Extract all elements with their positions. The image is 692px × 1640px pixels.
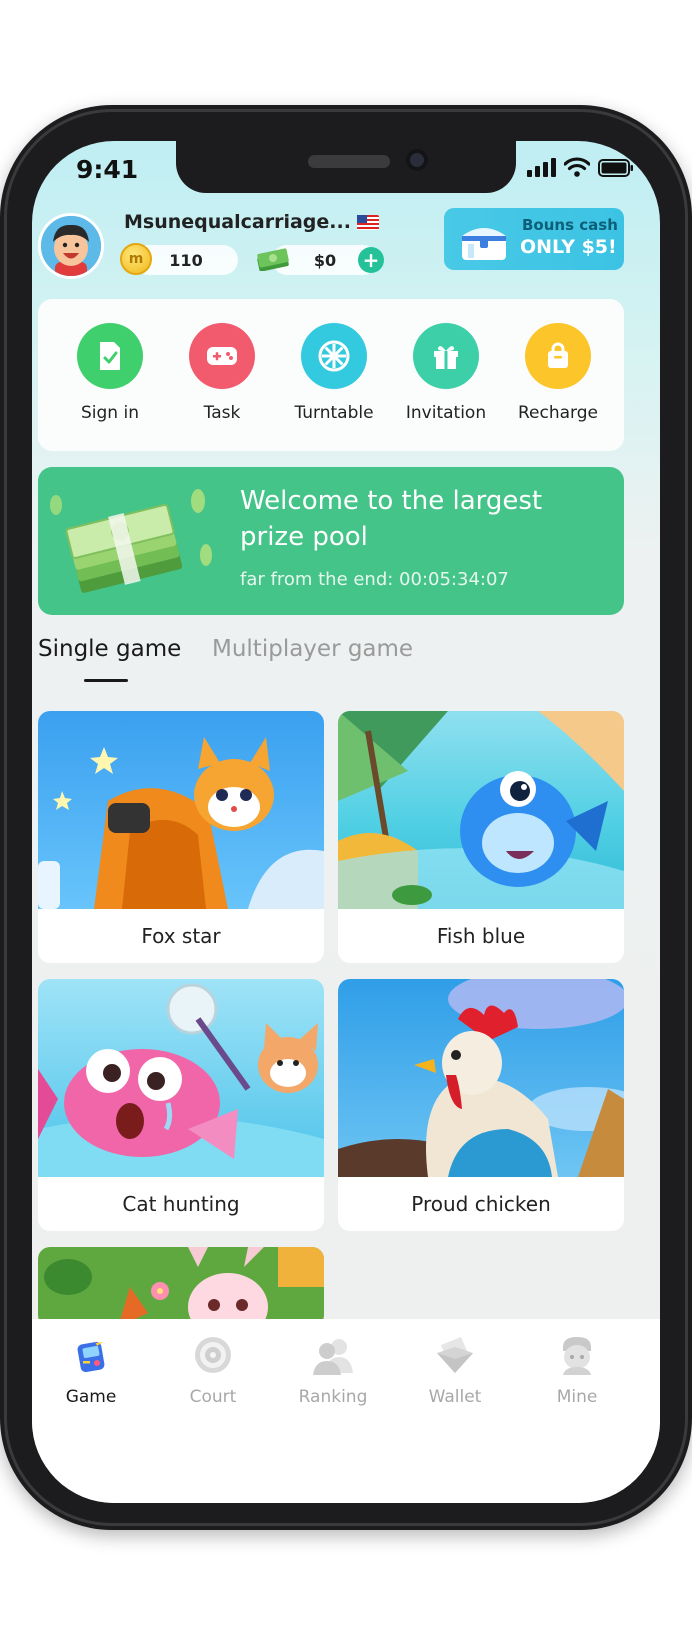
target-icon xyxy=(195,1337,231,1373)
cash-balance-value: $0 xyxy=(313,250,337,270)
battery-icon xyxy=(598,159,633,177)
quick-actions-card: Sign in Task Turntable Invitation Rechar… xyxy=(38,299,624,451)
recharge-label: Recharge xyxy=(518,403,598,423)
game-title: Fish blue xyxy=(436,924,526,948)
bunny-game-artwork xyxy=(38,1247,324,1327)
username-text: Msunequalcarriage... xyxy=(124,211,351,233)
invitation-label: Invitation xyxy=(405,403,487,423)
coin-balance-value: 110 xyxy=(169,250,203,270)
bag-icon xyxy=(525,323,591,389)
bonus-price: ONLY $5! xyxy=(520,236,617,258)
coin-glyph: m xyxy=(128,251,144,267)
wheel-icon xyxy=(301,323,367,389)
sign-in-action[interactable]: Sign in xyxy=(54,323,166,423)
game-title: Fox star xyxy=(141,924,221,948)
turntable-label: Turntable xyxy=(294,403,374,423)
us-flag-icon xyxy=(356,215,379,230)
game-card-fish-blue[interactable]: Fish blue xyxy=(338,711,624,963)
speaker xyxy=(308,155,390,168)
money-stack-illustration xyxy=(50,489,212,593)
game-icon xyxy=(77,1337,105,1373)
invitation-action[interactable]: Invitation xyxy=(390,323,502,423)
banner-title: Welcome to the largest prize pool xyxy=(240,486,543,552)
nav-wallet[interactable]: Wallet xyxy=(400,1333,510,1407)
app-screen: 9:41 Msunequalcarriage... 110 m $0 + Bou… xyxy=(32,141,660,1503)
task-action[interactable]: Task xyxy=(166,323,278,423)
phone-frame: 9:41 Msunequalcarriage... 110 m $0 + Bou… xyxy=(0,105,692,1530)
front-camera xyxy=(406,149,428,171)
recharge-action[interactable]: Recharge xyxy=(502,323,614,423)
gift-icon xyxy=(413,323,479,389)
nav-wallet-label: Wallet xyxy=(428,1387,482,1407)
cash-stack-icon xyxy=(257,248,289,271)
nav-game[interactable]: Game xyxy=(36,1333,146,1407)
status-icons xyxy=(527,157,634,177)
nav-mine-label: Mine xyxy=(556,1387,598,1407)
wifi-icon xyxy=(564,157,590,177)
profile-icon xyxy=(563,1337,591,1375)
wallet-icon xyxy=(437,1337,473,1373)
bottom-tab-bar: Game Court Ranking Wallet Mine xyxy=(32,1319,660,1503)
coin-icon: m xyxy=(120,243,152,275)
nav-mine[interactable]: Mine xyxy=(522,1333,632,1407)
tab-multiplayer-game[interactable]: Multiplayer game xyxy=(212,636,413,662)
nav-court[interactable]: Court xyxy=(158,1333,268,1407)
fox-star-artwork xyxy=(38,711,324,909)
banner-countdown: far from the end: 00:05:34:07 xyxy=(240,569,509,590)
gamepad-icon xyxy=(189,323,255,389)
nav-court-label: Court xyxy=(189,1387,237,1407)
treasure-chest-icon xyxy=(462,228,506,260)
username: Msunequalcarriage... xyxy=(124,211,379,233)
game-title: Proud chicken xyxy=(411,1192,551,1216)
nav-ranking[interactable]: Ranking xyxy=(278,1333,388,1407)
sign-in-label: Sign in xyxy=(81,403,139,423)
nav-game-label: Game xyxy=(65,1387,117,1407)
tab-single-game[interactable]: Single game xyxy=(38,636,181,662)
status-time: 9:41 xyxy=(76,155,139,184)
task-label: Task xyxy=(203,403,241,423)
bonus-cash-button[interactable]: Bouns cash ONLY $5! xyxy=(444,208,624,270)
fish-blue-artwork xyxy=(338,711,624,909)
bonus-title: Bouns cash xyxy=(522,216,618,234)
avatar[interactable] xyxy=(38,213,104,279)
add-cash-button[interactable]: + xyxy=(358,247,384,273)
game-card-partial[interactable] xyxy=(38,1247,324,1327)
prize-pool-banner[interactable]: Welcome to the largest prize pool far fr… xyxy=(38,467,624,615)
cat-hunting-artwork xyxy=(38,979,324,1177)
proud-chicken-artwork xyxy=(338,979,624,1177)
people-icon xyxy=(313,1339,353,1375)
active-tab-indicator xyxy=(84,679,128,682)
document-check-icon xyxy=(77,323,143,389)
game-card-fox-star[interactable]: Fox star xyxy=(38,711,324,963)
game-card-proud-chicken[interactable]: Proud chicken xyxy=(338,979,624,1231)
game-title: Cat hunting xyxy=(122,1192,240,1216)
turntable-action[interactable]: Turntable xyxy=(278,323,390,423)
game-card-cat-hunting[interactable]: Cat hunting xyxy=(38,979,324,1231)
nav-ranking-label: Ranking xyxy=(298,1387,368,1407)
avatar-illustration xyxy=(41,216,101,276)
notch xyxy=(176,141,516,193)
signal-icon xyxy=(527,157,556,177)
